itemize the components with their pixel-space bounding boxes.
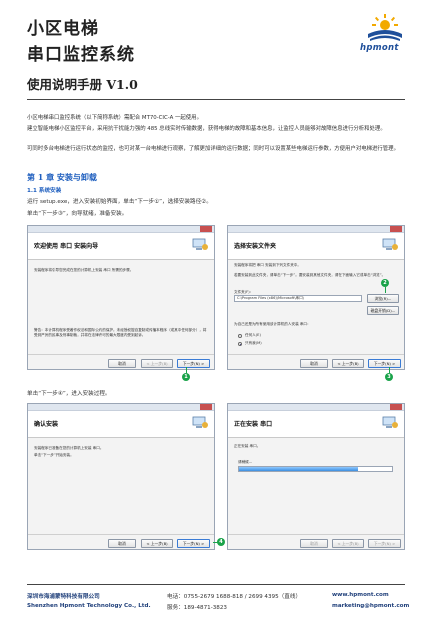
radio-only-me[interactable]	[238, 342, 242, 346]
header-divider	[27, 99, 405, 100]
next-button[interactable]: 下一步(N) >	[177, 539, 210, 548]
doc-title-line1: 小区电梯	[27, 19, 99, 39]
cancel-button[interactable]: 取消	[300, 359, 328, 368]
dialog-titlebar	[228, 226, 404, 233]
dialog-body: 安装程序已准备在您的计算机上安装 串口。 单击“下一步”开始安装。	[28, 438, 214, 538]
dialog-body: 安装程序将引导您完成在您的计算机上安装 串口 所需的步骤。 警告：本计算机程序受…	[28, 260, 214, 360]
close-icon[interactable]	[200, 404, 212, 410]
folder-path-input[interactable]: C:\Program Files (x86)\Microsoft\串口\	[234, 295, 362, 302]
back-button[interactable]: < 上一步(B)	[141, 539, 173, 548]
setup-computer-icon	[191, 237, 209, 252]
browse-button[interactable]: 浏览(R)...	[367, 294, 399, 303]
disk-cost-button[interactable]: 磁盘开销(D)...	[367, 306, 399, 315]
dialog-body: 正在安装 串口。 请稍候...	[228, 438, 404, 538]
step-badge-4: 4	[217, 538, 225, 546]
confirm-install-dialog: 确认安装 安装程序已准备在您的计算机上安装 串口。 单击“下一步”开始安装。 取…	[27, 403, 215, 550]
step-text-1: 运行 setup.exe，进入安装初始界面，单击“下一步①”，选择安装路径②。	[27, 199, 212, 205]
phone-text: 电话：0755-2679 1688-818 / 2699 4395（直线）	[167, 594, 302, 600]
cancel-button[interactable]: 取消	[108, 539, 136, 548]
confirm-instruction: 单击“下一步”开始安装。	[34, 453, 74, 457]
cancel-button[interactable]: 取消	[108, 359, 136, 368]
confirm-text: 安装程序已准备在您的计算机上安装 串口。	[34, 446, 104, 450]
setup-computer-icon	[381, 415, 399, 430]
progress-fill	[239, 467, 359, 471]
chapter-heading: 第 1 章 安装与卸载	[27, 172, 97, 182]
back-button[interactable]: < 上一步(B)	[332, 359, 364, 368]
welcome-dialog: 欢迎使用 串口 安装向导 安装程序将引导您完成在您的计算机上安装 串口 所需的步…	[27, 225, 215, 370]
step-badge-2: 2	[381, 279, 389, 287]
radio-only-me-label: 只有我(M)	[245, 341, 262, 345]
service-text: 服务：189-4871-3823	[167, 605, 227, 611]
dialog-header: 确认安装	[28, 411, 214, 438]
intro-paragraph-1: 小区电梯串口监控系统（以下简称系统）需配合 MT70-CIC-A 一起使用。	[27, 115, 202, 121]
dialog-title: 选择安装文件夹	[234, 243, 277, 250]
dialog-titlebar	[228, 404, 404, 411]
button-separator	[28, 534, 214, 535]
please-wait-text: 请稍候...	[238, 460, 253, 464]
welcome-text: 安装程序将引导您完成在您的计算机上安装 串口 所需的步骤。	[34, 268, 134, 272]
close-icon[interactable]	[200, 226, 212, 232]
folder-instruction-text: 若要安装到此文件夹，请单击“下一步”。要安装到其他文件夹，请在下面输入它或单击“…	[234, 273, 386, 277]
installing-text: 正在安装 串口。	[234, 444, 261, 448]
close-icon[interactable]	[390, 226, 402, 232]
step-badge-3: 3	[385, 373, 393, 381]
step-text-3: 单击“下一步④”，进入安装过程。	[27, 391, 111, 397]
email-link[interactable]: marketing@hpmont.com	[332, 603, 409, 609]
warning-text: 警告：本计算机程序受著作权法和国际公约的保护。未经授权擅自复制或传播本程序（或其…	[34, 328, 207, 337]
dialog-header: 正在安装 串口	[228, 411, 404, 438]
dialog-title: 欢迎使用 串口 安装向导	[34, 243, 99, 250]
radio-everyone-label: 任何人(E)	[245, 333, 261, 337]
step-badge-1: 1	[182, 373, 190, 381]
install-progress-bar	[238, 466, 393, 472]
folder-intro-text: 安装程序将把 串口 安装到下列文件夹中。	[234, 263, 301, 267]
step-text-2: 单击“下一步③”，向导就绪，准备安装。	[27, 211, 128, 217]
company-name-cn: 深圳市海浦蒙特科技有限公司	[27, 594, 100, 600]
button-separator	[28, 354, 214, 355]
logo-text: hpmont	[360, 43, 399, 53]
cancel-button[interactable]: 取消	[300, 539, 328, 548]
installing-dialog: 正在安装 串口 正在安装 串口。 请稍候... 取消 < 上一步(B) 下一步(…	[227, 403, 405, 550]
dialog-header: 欢迎使用 串口 安装向导	[28, 233, 214, 260]
intro-paragraph-3: 可同时多台电梯进行运行状态的监控，也可对某一台电梯进行观察，了解更加详细的运行数…	[27, 146, 399, 152]
doc-title-line2: 串口监控系统	[27, 45, 135, 65]
website-link[interactable]: www.hpmont.com	[332, 592, 389, 598]
dialog-titlebar	[28, 226, 214, 233]
next-button[interactable]: 下一步(N) >	[368, 539, 401, 548]
dialog-titlebar	[28, 404, 214, 411]
dialog-header: 选择安装文件夹	[228, 233, 404, 260]
button-separator	[228, 354, 404, 355]
back-button[interactable]: < 上一步(B)	[141, 359, 173, 368]
next-button[interactable]: 下一步(N) >	[368, 359, 401, 368]
next-button[interactable]: 下一步(N) >	[177, 359, 210, 368]
setup-computer-icon	[381, 237, 399, 252]
footer-divider	[27, 584, 405, 585]
radio-everyone[interactable]	[238, 334, 242, 338]
intro-paragraph-2: 建立智能电梯小区监控平台，采用抗干扰能力强的 485 总线实时传输数据，获得电梯…	[27, 126, 386, 132]
close-icon[interactable]	[390, 404, 402, 410]
badge-pointer-2	[385, 287, 386, 293]
select-folder-dialog: 选择安装文件夹 安装程序将把 串口 安装到下列文件夹中。 若要安装到此文件夹，请…	[227, 225, 405, 370]
install-for-text: 为自己还是为所有使用该计算机的人安装 串口：	[234, 322, 311, 326]
dialog-title: 确认安装	[34, 421, 59, 428]
setup-computer-icon	[191, 415, 209, 430]
back-button[interactable]: < 上一步(B)	[332, 539, 364, 548]
doc-subtitle: 使用说明手册 V1.0	[27, 77, 138, 92]
section-heading: 1.1 系统安装	[27, 188, 62, 194]
dialog-title: 正在安装 串口	[234, 421, 273, 428]
company-name-en: Shenzhen Hpmont Technology Co., Ltd.	[27, 603, 151, 609]
button-separator	[228, 534, 404, 535]
